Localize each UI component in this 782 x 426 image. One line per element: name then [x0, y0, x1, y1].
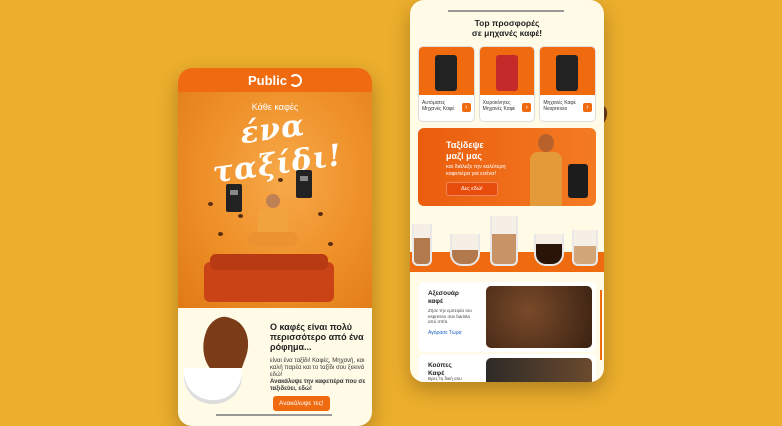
coffee-mugs-image	[486, 358, 592, 382]
bean-icon	[318, 212, 323, 216]
section-title: Αξεσουάρ καφέ	[428, 290, 459, 305]
header-bar: Public	[178, 68, 372, 92]
section-title-line2: καφέ	[428, 297, 443, 305]
paragraph-emphasis: Ανακάλυψε την καφετιέρα που σε ταξιδεύει…	[270, 379, 366, 392]
section-title-line1: Αξεσουάρ	[428, 290, 459, 297]
bean-icon	[208, 202, 213, 206]
product-label: Αυτόματες Μηχανές Καφέ	[422, 100, 455, 112]
home-indicator	[448, 10, 564, 12]
newsletter-screen-right: Top προσφορές σε μηχανές καφέ! Αυτόματες…	[410, 0, 604, 382]
scrollbar[interactable]	[600, 290, 602, 360]
hero-banner: Κάθε καφές ένα ταξίδι!	[178, 92, 372, 308]
product-image	[479, 47, 535, 95]
coffee-machine-image	[568, 164, 588, 198]
see-here-button[interactable]: Δες εδώ!	[446, 182, 498, 196]
content-paragraph: είναι ένα ταξίδι! Καφές, Μηχανή, και καλ…	[270, 358, 366, 393]
coffee-machine-image	[296, 170, 312, 198]
travel-banner: Ταξίδεψε μαζί μας και διάλεξε την καλύτε…	[418, 128, 596, 206]
bean-icon	[278, 178, 283, 182]
coffee-machine-image	[226, 184, 242, 212]
content-block: Ο καφές είναι πολύ περισσότερο από ένα ρ…	[178, 308, 372, 426]
woman-image	[526, 134, 566, 206]
accessories-section[interactable]: Αξεσουάρ καφέ Ζήσε την εμπειρία του espr…	[418, 282, 596, 352]
offers-title-line2: σε μηχανές καφέ!	[471, 28, 543, 38]
section-title-line1: Κούπες	[428, 362, 452, 369]
buy-now-link[interactable]: Αγόρασε Τώρα	[428, 330, 462, 336]
public-logo[interactable]: Public	[248, 73, 287, 88]
content-headline: Ο καφές είναι πολύ περισσότερο από ένα ρ…	[270, 322, 364, 352]
offers-title-line1: Top προσφορές	[474, 18, 540, 28]
bean-icon	[238, 214, 243, 218]
logo-mark-icon	[289, 73, 302, 87]
coffee-beans-image	[486, 286, 592, 348]
product-image	[419, 47, 474, 95]
section-title: Κούπες Καφέ	[428, 362, 452, 377]
home-indicator	[216, 414, 332, 416]
glass-image	[572, 230, 598, 266]
offers-title: Top προσφορές σε μηχανές καφέ!	[410, 18, 604, 38]
section-description: Ζήσε την εμπειρία του espresso σαν baris…	[428, 308, 472, 324]
sofa-image	[204, 254, 334, 302]
bean-icon	[218, 232, 223, 236]
person-image	[248, 194, 298, 256]
product-cards: Αυτόματες Μηχανές Καφέ › Χειροκίνητες Μη…	[418, 46, 597, 122]
arrow-right-icon[interactable]: ›	[461, 103, 471, 112]
paragraph-text: είναι ένα ταξίδι! Καφές, Μηχανή, και καλ…	[270, 358, 365, 378]
newsletter-screen-left: Public Κάθε καφές ένα ταξίδι! Ο καφές εί…	[178, 68, 372, 426]
product-image	[540, 47, 596, 95]
banner-subtitle: και διάλεξε την καλύτερη καφετιέρα για ε…	[446, 164, 506, 177]
arrow-right-icon[interactable]: ›	[522, 103, 532, 112]
product-card[interactable]: Αυτόματες Μηχανές Καφέ ›	[418, 46, 475, 122]
banner-title: Ταξίδεψε μαζί μας	[446, 140, 484, 162]
banner-title-line2: μαζί μας	[446, 151, 482, 161]
coffee-glasses-strip	[410, 212, 604, 272]
arrow-right-icon[interactable]: ›	[583, 103, 593, 112]
discover-button[interactable]: Ανακάλυψε τες!	[273, 396, 330, 411]
glass-image	[490, 216, 518, 266]
product-label: Μηχανές Καφέ Nespresso	[543, 100, 576, 112]
coffee-cup-image	[182, 311, 262, 410]
section-description: Βρες τη δική σου	[428, 376, 462, 381]
mugs-section[interactable]: Κούπες Καφέ Βρες τη δική σου	[418, 354, 596, 382]
product-label: Χειροκίνητες Μηχανές Καφέ	[482, 100, 516, 112]
product-card[interactable]: Μηχανές Καφέ Nespresso ›	[539, 46, 597, 122]
banner-title-line1: Ταξίδεψε	[446, 140, 484, 150]
hero-headline: ένα ταξίδι!	[210, 107, 345, 191]
glass-image	[534, 234, 564, 266]
bean-icon	[328, 242, 333, 246]
glass-image	[450, 234, 480, 266]
glass-image	[412, 224, 432, 266]
product-card[interactable]: Χειροκίνητες Μηχανές Καφέ ›	[478, 46, 536, 122]
